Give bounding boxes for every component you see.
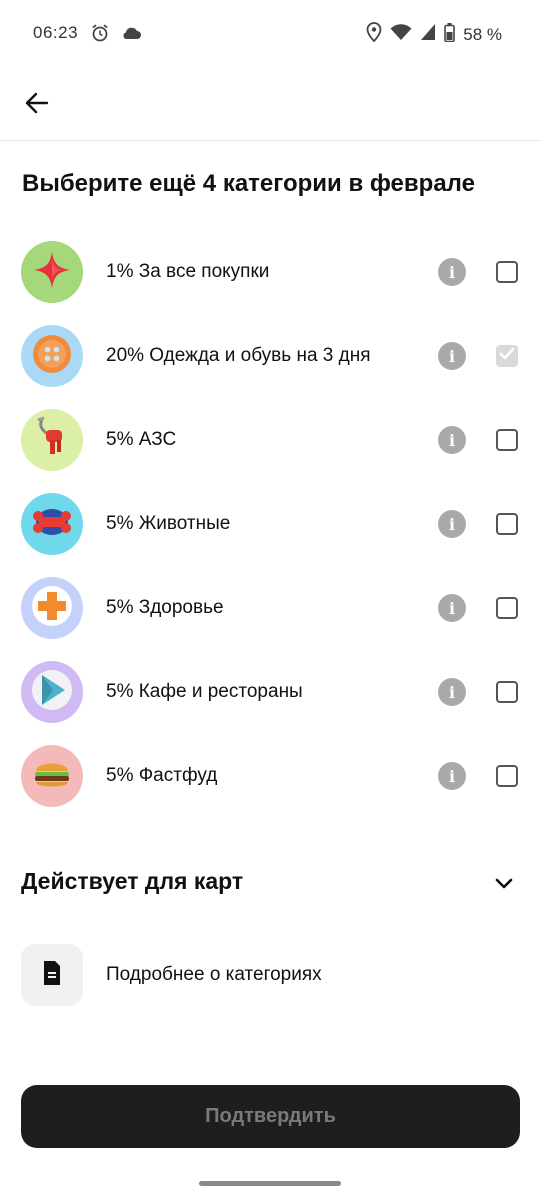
status-time: 06:23 [33,23,79,42]
category-label: 5% Кафе и рестораны [106,681,303,702]
category-row-all-purchases[interactable]: 1% За все покупки i [0,230,540,314]
app-bar [0,68,540,141]
category-label: 5% Животные [106,513,231,534]
category-row-clothes[interactable]: 20% Одежда и обувь на 3 дня i [0,314,540,398]
category-avatar [21,325,83,387]
category-checkbox[interactable] [496,765,518,787]
category-checkbox[interactable] [496,261,518,283]
info-icon[interactable]: i [438,762,466,790]
category-avatar [21,409,83,471]
info-icon[interactable]: i [438,342,466,370]
category-label: 5% АЗС [106,429,177,450]
category-avatar [21,493,83,555]
info-icon[interactable]: i [438,678,466,706]
chevron-down-icon [493,872,515,899]
back-button[interactable] [20,88,54,122]
location-icon [366,22,382,47]
wifi-icon [390,23,412,46]
document-tile [21,944,83,1006]
arrow-left-icon [24,90,50,121]
battery-icon [444,22,456,47]
medical-cross-icon [29,583,75,634]
signal-icon [420,23,436,46]
home-indicator[interactable] [199,1181,341,1186]
category-avatar [21,577,83,639]
star-icon [32,250,72,295]
category-checkbox[interactable] [496,513,518,535]
battery-percent: 58 % [463,24,502,44]
burger-icon [32,757,72,796]
info-icon[interactable]: i [438,594,466,622]
category-checkbox[interactable] [496,429,518,451]
category-avatar [21,661,83,723]
cards-section-title: Действует для карт [21,868,244,894]
play-icon [29,667,75,718]
check-icon [499,347,515,366]
category-row-animals[interactable]: 5% Животные i [0,482,540,566]
button-icon [30,332,74,381]
category-row-cafes[interactable]: 5% Кафе и рестораны i [0,650,540,734]
status-bar: 06:23 58 % [0,0,540,68]
cloud-icon [120,24,142,47]
info-icon[interactable]: i [438,258,466,286]
category-avatar [21,241,83,303]
category-row-fastfood[interactable]: 5% Фастфуд i [0,734,540,818]
bone-icon [29,502,75,547]
category-checkbox[interactable] [496,681,518,703]
confirm-button[interactable]: Подтвердить [21,1085,520,1148]
more-about-categories-link[interactable]: Подробнее о категориях [0,944,540,1008]
alarm-icon [90,23,110,48]
category-row-gas-stations[interactable]: 5% АЗС i [0,398,540,482]
fuel-nozzle-icon [32,416,72,465]
info-icon[interactable]: i [438,510,466,538]
category-label: 1% За все покупки [106,261,270,282]
document-icon [42,960,62,991]
category-checkbox[interactable] [496,597,518,619]
category-avatar [21,745,83,807]
category-row-health[interactable]: 5% Здоровье i [0,566,540,650]
category-label: 5% Здоровье [106,597,224,618]
category-label: 20% Одежда и обувь на 3 дня [106,345,371,366]
category-list: 1% За все покупки i 20% Одежда и обувь н… [0,230,540,818]
more-about-categories-label: Подробнее о категориях [106,964,322,985]
category-label: 5% Фастфуд [106,765,218,786]
category-checkbox-checked[interactable] [496,345,518,367]
cards-section-toggle[interactable]: Действует для карт [0,850,540,916]
page-title: Выберите ещё 4 категории в феврале [22,170,475,197]
info-icon[interactable]: i [438,426,466,454]
